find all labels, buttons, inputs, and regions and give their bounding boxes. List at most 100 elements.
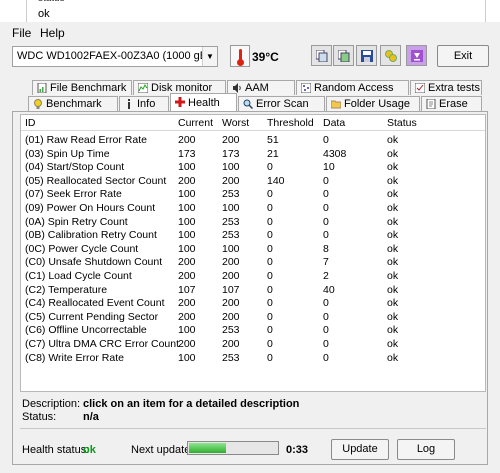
copy-screenshot-button[interactable] — [333, 45, 354, 66]
table-row[interactable]: (C1) Load Cycle Count 200 200 0 2 ok — [21, 268, 485, 282]
drive-select[interactable]: WDC WD1002FAEX-00Z3A0 (1000 gB) ▼ — [12, 46, 218, 67]
cell-threshold: 0 — [267, 202, 273, 214]
cell-data: 10 — [323, 161, 335, 174]
update-button[interactable]: Update — [331, 439, 389, 460]
cell-threshold: 0 — [267, 324, 273, 337]
cell-current: 200 — [178, 134, 196, 146]
menu-file[interactable]: File — [12, 26, 31, 40]
tab-file-benchmark[interactable]: File Benchmark — [32, 80, 132, 95]
download-button[interactable] — [406, 45, 427, 66]
smart-attributes-table[interactable]: ID Current Worst Threshold Data Status (… — [20, 114, 486, 392]
cell-worst: 253 — [222, 188, 240, 201]
table-row[interactable]: (0A) Spin Retry Count 100 253 0 0 ok — [21, 214, 485, 228]
tab-health[interactable]: Health — [170, 93, 237, 111]
table-row[interactable]: (0B) Calibration Retry Count 100 253 0 0 ok — [21, 227, 485, 241]
table-row[interactable]: (C7) Ultra DMA CRC Error Count 200 200 0 0 ok — [21, 336, 485, 350]
drive-select-value: WDC WD1002FAEX-00Z3A0 (1000 gB) — [17, 50, 211, 62]
table-row[interactable]: (04) Start/Stop Count 100 100 0 10 ok — [21, 159, 485, 173]
copy-text-button[interactable] — [311, 45, 332, 66]
cell-threshold: 0 — [267, 338, 273, 350]
column-header-current[interactable]: Current — [178, 117, 213, 129]
cell-current: 107 — [178, 283, 196, 296]
table-row[interactable]: (03) Spin Up Time 173 173 21 4308 ok — [21, 146, 485, 160]
health-status-value: ok — [83, 444, 96, 456]
table-row[interactable]: (C8) Write Error Rate 100 253 0 0 ok — [21, 350, 485, 364]
column-header-status[interactable]: Status — [387, 117, 417, 129]
cell-data: 0 — [323, 188, 329, 201]
tab-extra-tests[interactable]: Extra tests — [410, 80, 482, 95]
bulb-icon — [34, 99, 42, 109]
progress-fill — [189, 443, 226, 453]
next-update-timer: 0:33 — [286, 444, 309, 456]
tab-info[interactable]: Info — [119, 96, 169, 111]
cell-current: 100 — [178, 324, 196, 337]
cell-id: (0B) Calibration Retry Count — [25, 229, 157, 242]
cell-current: 200 — [178, 310, 196, 323]
table-row[interactable]: (C5) Current Pending Sector 200 200 0 0 ok — [21, 309, 485, 323]
tab-erase[interactable]: Erase — [421, 96, 482, 111]
clipped-status-text: status — [38, 0, 65, 4]
table-row[interactable]: (C2) Temperature 107 107 0 40 ok — [21, 282, 485, 296]
speaker-icon — [233, 83, 241, 93]
table-row[interactable]: (05) Reallocated Sector Count 200 200 140 0 o… — [21, 173, 485, 187]
cell-data: 0 — [323, 310, 329, 323]
table-row[interactable]: (C0) Unsafe Shutdown Count 200 200 0 7 ok — [21, 254, 485, 268]
down-arrow-icon — [411, 50, 423, 62]
chevron-down-icon[interactable]: ▼ — [202, 47, 217, 66]
file-benchmark-icon — [37, 83, 47, 93]
column-header-worst[interactable]: Worst — [222, 117, 249, 129]
table-row[interactable]: (01) Raw Read Error Rate 200 200 51 0 ok — [21, 132, 485, 146]
cell-status: ok — [387, 351, 399, 364]
cell-id: (01) Raw Read Error Rate — [25, 134, 147, 146]
cell-status: ok — [387, 256, 399, 269]
cell-worst: 100 — [222, 202, 240, 214]
table-row[interactable]: (0C) Power Cycle Count 100 100 0 8 ok — [21, 241, 485, 255]
tab-aam[interactable]: AAM — [227, 80, 295, 95]
cell-data: 40 — [323, 283, 335, 296]
tab-folder-usage[interactable]: Folder Usage — [326, 96, 420, 111]
cell-current: 200 — [178, 297, 196, 310]
tab-random-access[interactable]: Random Access — [296, 80, 409, 95]
cell-status: ok — [387, 188, 399, 201]
table-row[interactable]: (C4) Reallocated Event Count 200 200 0 0 ok — [21, 295, 485, 309]
column-header-threshold[interactable]: Threshold — [267, 117, 314, 129]
info-icon — [128, 99, 130, 109]
temperature-readout: 39°C — [252, 50, 279, 64]
background-window: status ok — [0, 0, 500, 22]
random-access-icon — [301, 83, 311, 93]
tab-error-scan[interactable]: Error Scan — [238, 96, 325, 111]
cell-worst: 253 — [222, 324, 240, 337]
cell-threshold: 0 — [267, 297, 273, 310]
log-button[interactable]: Log — [397, 439, 455, 460]
menu-bar: File Help — [0, 24, 500, 42]
background-ok-text: ok — [38, 8, 50, 20]
options-button[interactable] — [380, 45, 401, 66]
tab-benchmark[interactable]: Benchmark — [28, 96, 118, 111]
health-cross-icon — [175, 97, 185, 107]
cell-current: 200 — [178, 174, 196, 187]
cell-data: 2 — [323, 270, 329, 282]
description-label: Description: — [22, 398, 81, 410]
cell-data: 0 — [323, 202, 329, 214]
cell-status: ok — [387, 297, 399, 310]
column-header-data[interactable]: Data — [323, 117, 345, 129]
cell-data: 0 — [323, 229, 329, 242]
cell-status: ok — [387, 215, 399, 228]
cell-worst: 100 — [222, 242, 240, 255]
copy-image-icon — [338, 50, 350, 62]
cell-id: (C8) Write Error Rate — [25, 351, 124, 364]
menu-help[interactable]: Help — [40, 26, 65, 40]
save-button[interactable] — [356, 45, 377, 66]
column-header-id[interactable]: ID — [25, 117, 36, 129]
cell-id: (C7) Ultra DMA CRC Error Count — [25, 338, 180, 350]
copy-icon — [316, 50, 328, 62]
divider — [20, 428, 486, 429]
magnifier-icon — [243, 99, 253, 109]
cell-threshold: 0 — [267, 270, 273, 282]
table-row[interactable]: (07) Seek Error Rate 100 253 0 0 ok — [21, 186, 485, 200]
cell-id: (0A) Spin Retry Count — [25, 215, 128, 228]
exit-button[interactable]: Exit — [437, 45, 489, 67]
table-row[interactable]: (C6) Offline Uncorrectable 100 253 0 0 ok — [21, 322, 485, 336]
cell-id: (C0) Unsafe Shutdown Count — [25, 256, 163, 269]
table-row[interactable]: (09) Power On Hours Count 100 100 0 0 ok — [21, 200, 485, 214]
